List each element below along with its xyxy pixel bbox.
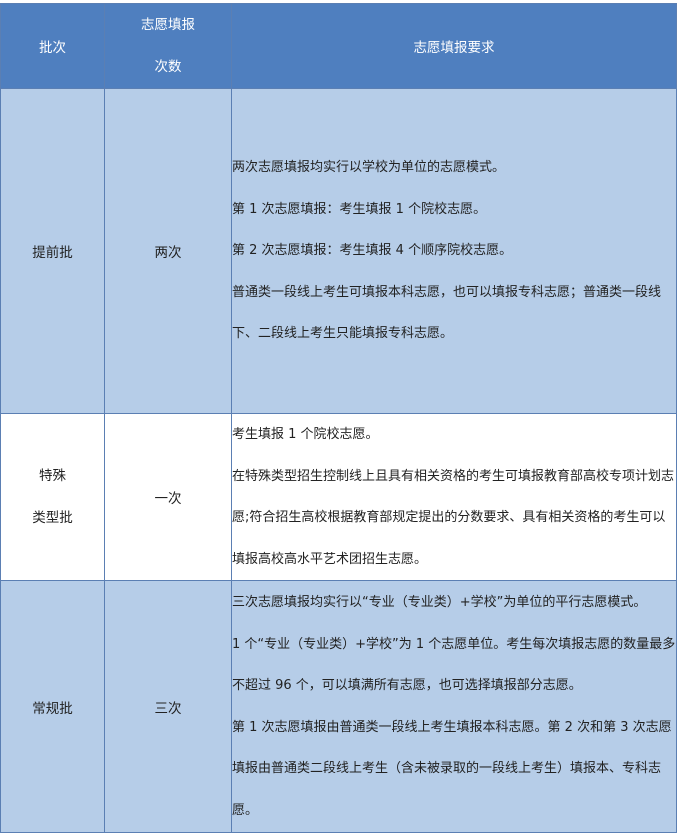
requirement-line: 第 1 次志愿填报由普通类一段线上考生填报本科志愿。第 2 次和第 3 次志愿填…: [232, 719, 672, 819]
table-row-regular-batch: 常规批 三次 三次志愿填报均实行以“专业（专业类）+学校”为单位的平行志愿模式。…: [0, 580, 677, 834]
batch-table: 批次 志愿填报 次数 志愿填报要求 提前批 两次 两次志愿填报均实行以学校为单位…: [0, 3, 677, 834]
batch-name: 特殊 类型批: [0, 412, 105, 582]
requirement-line: 三次志愿填报均实行以“专业（专业类）+学校”为单位的平行志愿模式。: [232, 595, 647, 611]
requirement-line: 考生填报 1 个院校志愿。: [232, 427, 379, 442]
fill-times: 一次: [104, 412, 232, 582]
requirement-line: 两次志愿填报均实行以学校为单位的志愿模式。: [232, 160, 506, 176]
requirements-cell: 三次志愿填报均实行以“专业（专业类）+学校”为单位的平行志愿模式。 1 个“专业…: [231, 580, 677, 834]
table-row-early-batch: 提前批 两次 两次志愿填报均实行以学校为单位的志愿模式。 第 1 次志愿填报：考…: [0, 88, 677, 414]
requirement-line: 在特殊类型招生控制线上且具有相关资格的考生可填报教育部高校专项计划志愿;符合招生…: [232, 468, 675, 567]
header-times-line1: 志愿填报: [141, 17, 195, 33]
requirement-line: 第 1 次志愿填报：考生填报 1 个院校志愿。: [232, 201, 487, 217]
requirements-cell: 两次志愿填报均实行以学校为单位的志愿模式。 第 1 次志愿填报：考生填报 1 个…: [231, 88, 677, 414]
header-batch: 批次: [0, 3, 105, 89]
table-header-row: 批次 志愿填报 次数 志愿填报要求: [0, 3, 677, 89]
requirement-line: 第 2 次志愿填报：考生填报 4 个顺序院校志愿。: [232, 243, 513, 259]
fill-times: 两次: [104, 88, 232, 414]
batch-name: 常规批: [0, 580, 105, 834]
batch-name-line1: 特殊: [39, 468, 66, 485]
requirements-cell: 考生填报 1 个院校志愿。 在特殊类型招生控制线上且具有相关资格的考生可填报教育…: [231, 412, 677, 582]
header-requirements: 志愿填报要求: [231, 3, 677, 89]
batch-name: 提前批: [0, 88, 105, 414]
requirement-line: 普通类一段线上考生可填报本科志愿，也可以填报专科志愿；普通类一段线下、二段线上考…: [232, 284, 662, 342]
batch-name-line2: 类型批: [32, 510, 73, 527]
header-times-line2: 次数: [154, 59, 182, 75]
header-times: 志愿填报 次数: [104, 3, 232, 89]
requirement-line: 1 个“专业（专业类）+学校”为 1 个志愿单位。考生每次填报志愿的数量最多不超…: [232, 636, 676, 694]
fill-times: 三次: [104, 580, 232, 834]
table-row-special-batch: 特殊 类型批 一次 考生填报 1 个院校志愿。 在特殊类型招生控制线上且具有相关…: [0, 412, 677, 582]
